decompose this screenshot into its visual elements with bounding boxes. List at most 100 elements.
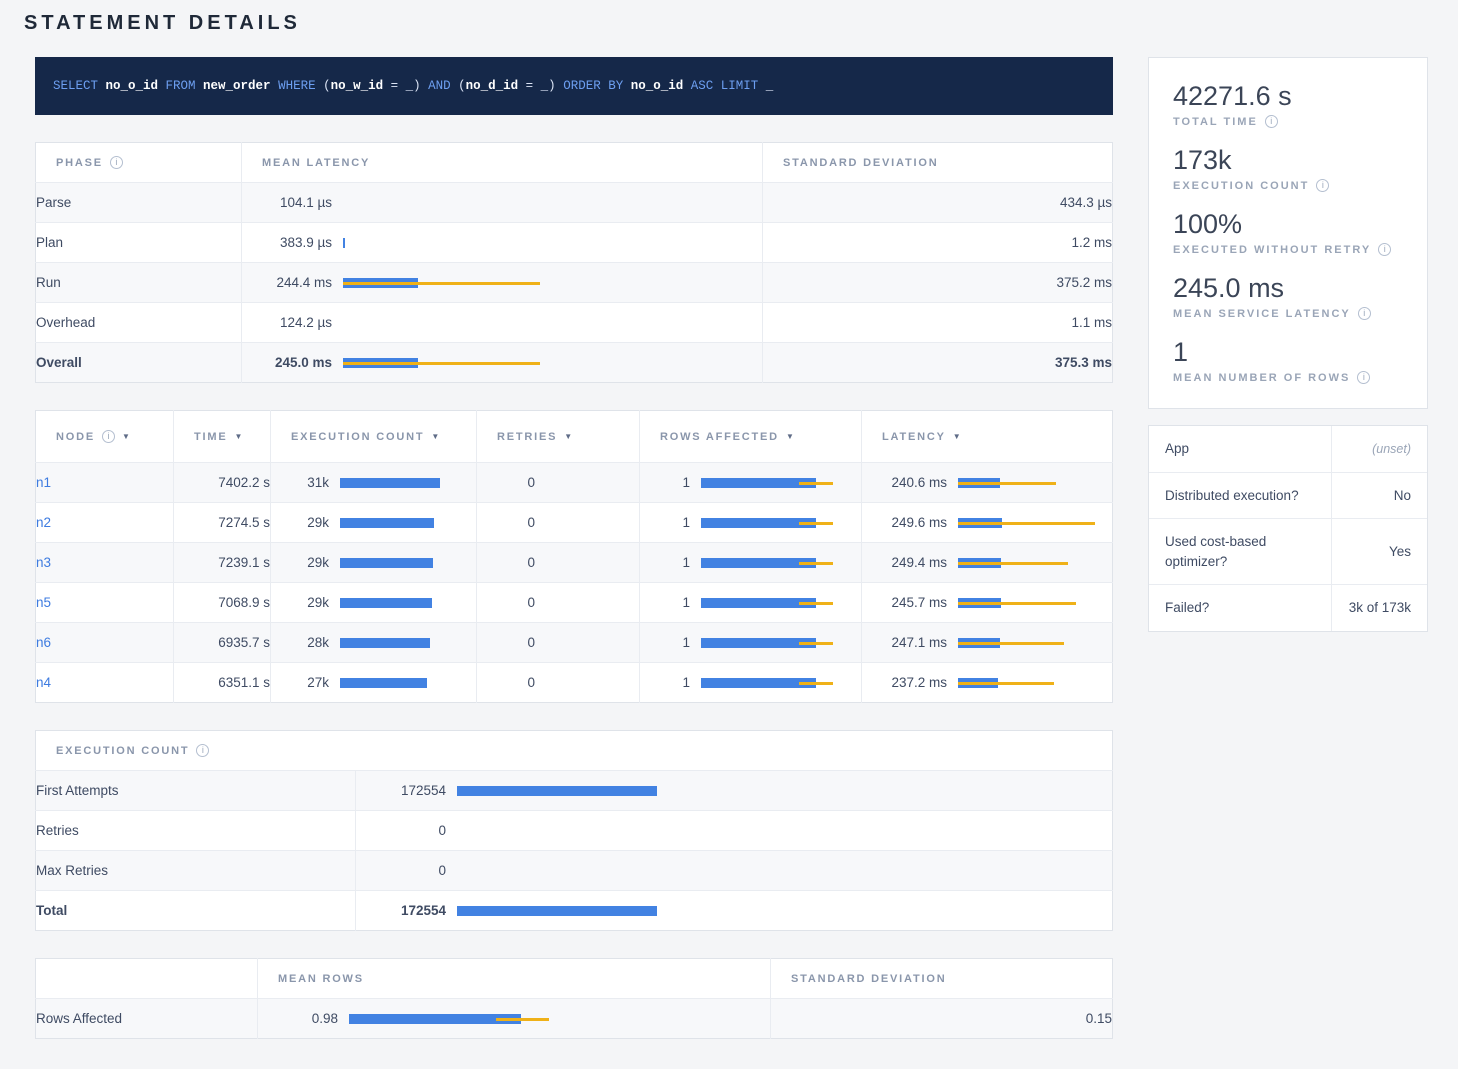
info-icon[interactable]	[102, 430, 115, 443]
execution-count-value: 29k	[271, 515, 329, 530]
stddev-value: 434.3 µs	[763, 183, 1113, 223]
execution-count-table: EXECUTION COUNT First Attempts 172554 Re…	[35, 730, 1113, 931]
node-link[interactable]: n5	[36, 595, 51, 610]
rows-affected-bar	[701, 677, 847, 689]
stddev-value: 375.3 ms	[763, 343, 1113, 383]
node-row: n5 7068.9 s 29k 0 1 245.7 ms	[36, 583, 1113, 623]
prop-row-cost-based-optimizer: Used cost-based optimizer? Yes	[1149, 518, 1427, 584]
execution-count-bar	[340, 477, 462, 489]
phase-row-plan: Plan 383.9 µs 1.2 ms	[36, 223, 1113, 263]
phase-label: Overhead	[36, 303, 242, 343]
node-time: 6935.7 s	[174, 623, 271, 663]
node-link[interactable]: n1	[36, 475, 51, 490]
latency-bar	[958, 517, 1098, 529]
prop-value: No	[1331, 473, 1427, 519]
node-link[interactable]: n4	[36, 675, 51, 690]
node-time: 7068.9 s	[174, 583, 271, 623]
info-icon[interactable]	[1357, 371, 1370, 384]
col-header-phase: PHASE	[56, 157, 103, 169]
info-icon[interactable]	[1316, 179, 1329, 192]
exec-label: Total	[36, 891, 356, 931]
col-header-retries[interactable]: RETRIES	[477, 411, 640, 463]
statement-props-card: App (unset) Distributed execution? No Us…	[1148, 425, 1428, 632]
latency-value: 249.6 ms	[862, 515, 947, 530]
count-bar	[457, 785, 1098, 797]
latency-value: 249.4 ms	[862, 555, 947, 570]
retries-value: 0	[477, 595, 535, 610]
sort-caret-icon[interactable]	[234, 432, 242, 441]
summary-stats-card: 42271.6 s TOTAL TIME 173k EXECUTION COUN…	[1148, 57, 1428, 409]
exec-label: Retries	[36, 811, 356, 851]
latency-bar	[958, 677, 1098, 689]
stddev-value: 375.2 ms	[763, 263, 1113, 303]
execution-count-header-row: EXECUTION COUNT	[36, 731, 1113, 771]
phase-row-overall: Overall 245.0 ms 375.3 ms	[36, 343, 1113, 383]
col-header-standard-deviation: STANDARD DEVIATION	[771, 959, 1113, 999]
col-header-rows-affected[interactable]: ROWS AFFECTED	[640, 411, 862, 463]
exec-value: 0	[356, 823, 446, 838]
rows-affected-value: 1	[640, 555, 690, 570]
rows-affected-header-row: MEAN ROWS STANDARD DEVIATION	[36, 959, 1113, 999]
exec-value: 172554	[356, 903, 446, 918]
retries-value: 0	[477, 475, 535, 490]
sort-caret-icon[interactable]	[431, 432, 439, 441]
sql-statement-bar: SELECT no_o_id FROM new_order WHERE (no_…	[35, 57, 1113, 115]
mean-latency-value: 124.2 µs	[242, 315, 332, 330]
exec-row-retries: Retries 0	[36, 811, 1113, 851]
info-icon[interactable]	[1358, 307, 1371, 320]
mean-rows-bar	[349, 1013, 756, 1025]
sort-caret-icon[interactable]	[953, 432, 961, 441]
prop-row-failed: Failed? 3k of 173k	[1149, 584, 1427, 631]
prop-value: Yes	[1331, 519, 1427, 584]
col-header-latency[interactable]: LATENCY	[862, 411, 1113, 463]
info-icon[interactable]	[196, 744, 209, 757]
stat-executed-without-retry: 100% EXECUTED WITHOUT RETRY	[1173, 208, 1403, 256]
info-icon[interactable]	[1265, 115, 1278, 128]
mean-latency-value: 383.9 µs	[242, 235, 332, 250]
col-header-node[interactable]: NODE	[36, 411, 174, 463]
sort-caret-icon[interactable]	[564, 432, 572, 441]
col-header-time[interactable]: TIME	[174, 411, 271, 463]
rows-affected-label: Rows Affected	[36, 999, 258, 1039]
execution-count-bar	[340, 517, 462, 529]
rows-affected-bar	[701, 597, 847, 609]
latency-value: 240.6 ms	[862, 475, 947, 490]
prop-value: 3k of 173k	[1331, 585, 1427, 631]
stat-execution-count: 173k EXECUTION COUNT	[1173, 144, 1403, 192]
node-link[interactable]: n6	[36, 635, 51, 650]
info-icon[interactable]	[1378, 243, 1391, 256]
stat-label: EXECUTION COUNT	[1173, 180, 1309, 192]
prop-label: Used cost-based optimizer?	[1149, 519, 1331, 584]
sort-caret-icon[interactable]	[786, 432, 794, 441]
latency-bar	[343, 357, 748, 369]
stat-mean-service-latency: 245.0 ms MEAN SERVICE LATENCY	[1173, 272, 1403, 320]
latency-bar	[958, 597, 1098, 609]
info-icon[interactable]	[110, 156, 123, 169]
latency-value: 247.1 ms	[862, 635, 947, 650]
phase-row-parse: Parse 104.1 µs 434.3 µs	[36, 183, 1113, 223]
mean-latency-value: 104.1 µs	[242, 195, 332, 210]
node-time: 7274.5 s	[174, 503, 271, 543]
exec-row-total: Total 172554	[36, 891, 1113, 931]
exec-label: First Attempts	[36, 771, 356, 811]
latency-bar	[958, 637, 1098, 649]
rows-affected-bar	[701, 517, 847, 529]
prop-label: App	[1149, 426, 1331, 472]
rows-affected-bar	[701, 477, 847, 489]
rows-affected-value: 1	[640, 675, 690, 690]
sort-caret-icon[interactable]	[122, 432, 130, 441]
execution-count-value: 27k	[271, 675, 329, 690]
retries-value: 0	[477, 635, 535, 650]
node-link[interactable]: n3	[36, 555, 51, 570]
node-table: NODE TIME EXECUTION COUNT RETRIES ROWS A…	[35, 410, 1113, 703]
stat-label: MEAN SERVICE LATENCY	[1173, 308, 1351, 320]
exec-value: 172554	[356, 783, 446, 798]
latency-value: 245.7 ms	[862, 595, 947, 610]
stat-label: EXECUTED WITHOUT RETRY	[1173, 244, 1371, 256]
node-time: 6351.1 s	[174, 663, 271, 703]
rows-affected-table: MEAN ROWS STANDARD DEVIATION Rows Affect…	[35, 958, 1113, 1039]
node-link[interactable]: n2	[36, 515, 51, 530]
stat-label: MEAN NUMBER OF ROWS	[1173, 372, 1350, 384]
col-header-execution-count[interactable]: EXECUTION COUNT	[271, 411, 477, 463]
phase-header-row: PHASE MEAN LATENCY STANDARD DEVIATION	[36, 143, 1113, 183]
